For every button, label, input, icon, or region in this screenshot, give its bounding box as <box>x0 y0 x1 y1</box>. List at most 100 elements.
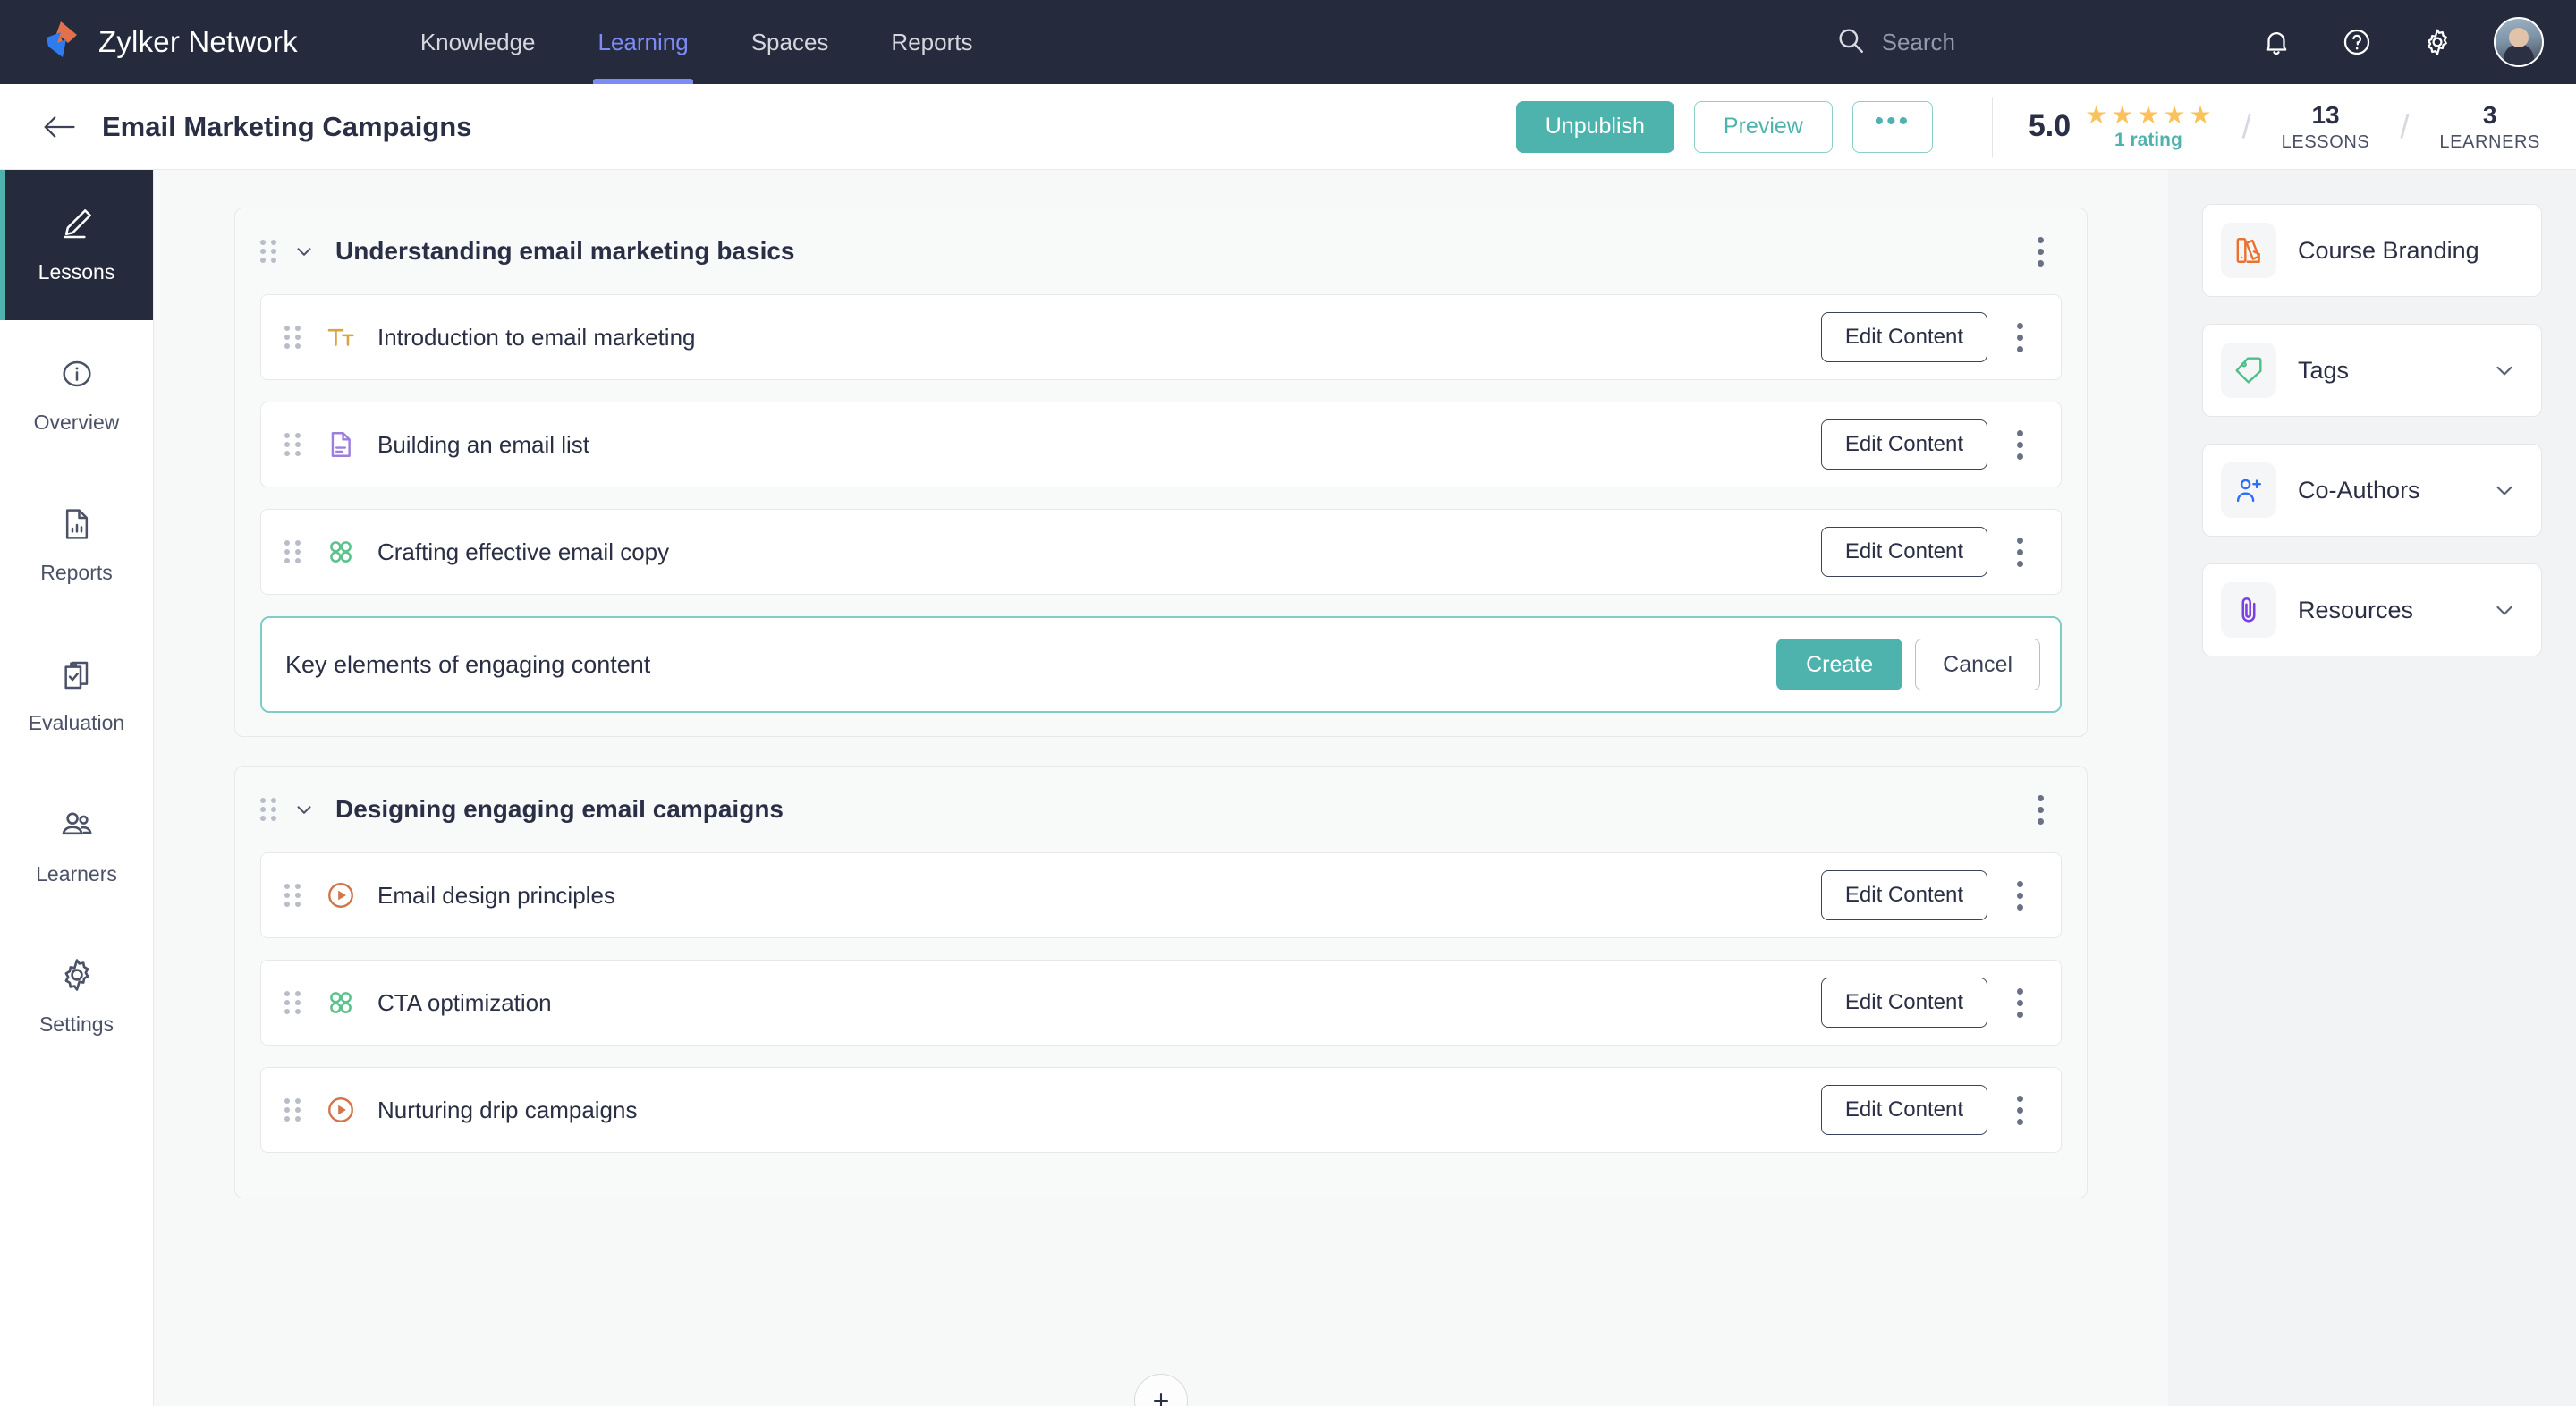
star-icon: ★ <box>2189 100 2212 129</box>
help-icon[interactable] <box>2329 14 2385 70</box>
sidebar-item-lessons[interactable]: Lessons <box>0 170 153 320</box>
panel-card-tags[interactable]: Tags <box>2202 324 2542 417</box>
sidebar-item-lessons-label: Lessons <box>38 260 115 284</box>
sidebar-item-settings-label: Settings <box>38 1012 114 1036</box>
section-card: Designing engaging email campaigns Email… <box>234 766 2088 1198</box>
star-icon: ★ <box>2137 100 2160 129</box>
lesson-row[interactable]: Introduction to email marketing Edit Con… <box>260 294 2062 380</box>
edit-content-button[interactable]: Edit Content <box>1820 419 1987 470</box>
video-icon <box>324 878 358 912</box>
lesson-title: Crafting effective email copy <box>377 538 670 565</box>
search-icon <box>1835 25 1866 60</box>
user-avatar[interactable] <box>2494 17 2544 67</box>
people-icon <box>58 806 96 848</box>
drag-handle-icon[interactable] <box>284 326 301 349</box>
sidebar-item-learners-label: Learners <box>36 862 117 885</box>
section-menu-button[interactable] <box>2021 790 2060 829</box>
search-placeholder: Search <box>1881 28 1955 55</box>
edit-content-button[interactable]: Edit Content <box>1820 1085 1987 1135</box>
document-icon <box>324 428 358 462</box>
drag-handle-icon[interactable] <box>284 433 301 456</box>
text-icon <box>324 320 358 354</box>
lesson-title: Building an email list <box>377 430 590 458</box>
nav-link-knowledge[interactable]: Knowledge <box>389 0 567 84</box>
section-menu-button[interactable] <box>2021 232 2060 271</box>
gear-icon <box>58 956 96 998</box>
info-icon <box>59 356 95 396</box>
lesson-row[interactable]: Email design principles Edit Content <box>260 852 2062 938</box>
lesson-actions: Edit Content <box>1820 1085 2039 1135</box>
sidebar-item-reports[interactable]: Reports <box>0 470 153 621</box>
chevron-down-icon[interactable] <box>2491 597 2518 623</box>
lesson-row[interactable]: Nurturing drip campaigns Edit Content <box>260 1067 2062 1153</box>
section-title: Designing engaging email campaigns <box>335 795 784 823</box>
sidebar-item-settings[interactable]: Settings <box>0 921 153 1071</box>
lesson-menu-button[interactable] <box>2000 983 2039 1022</box>
lesson-actions: Edit Content <box>1820 870 2039 920</box>
quiz-icon <box>324 535 358 569</box>
lesson-menu-button[interactable] <box>2000 532 2039 572</box>
sidebar-item-evaluation[interactable]: Evaluation <box>0 621 153 771</box>
lesson-row[interactable]: Building an email list Edit Content <box>260 402 2062 487</box>
more-options-button[interactable]: ••• <box>1852 100 1933 153</box>
new-lesson-name-input[interactable] <box>285 650 1777 679</box>
sidebar-item-learners[interactable]: Learners <box>0 771 153 921</box>
nav-link-reports[interactable]: Reports <box>860 0 1004 84</box>
lesson-row[interactable]: Crafting effective email copy Edit Conte… <box>260 509 2062 595</box>
edit-content-button[interactable]: Edit Content <box>1820 527 1987 577</box>
drag-handle-icon[interactable] <box>284 540 301 563</box>
panel-card-course-branding[interactable]: Course Branding <box>2202 204 2542 297</box>
add-section-button[interactable] <box>1134 1374 1188 1406</box>
drag-handle-icon[interactable] <box>260 798 276 821</box>
lesson-menu-button[interactable] <box>2000 876 2039 915</box>
edit-content-button[interactable]: Edit Content <box>1820 978 1987 1028</box>
lesson-actions: Edit Content <box>1820 527 2039 577</box>
lesson-menu-button[interactable] <box>2000 1090 2039 1130</box>
search-box[interactable]: Search <box>1835 25 1955 60</box>
lesson-menu-button[interactable] <box>2000 318 2039 357</box>
lesson-title: Introduction to email marketing <box>377 323 696 351</box>
report-doc-icon <box>59 506 95 546</box>
star-icon: ★ <box>2085 100 2108 129</box>
preview-button[interactable]: Preview <box>1693 100 1833 153</box>
drag-handle-icon[interactable] <box>284 884 301 907</box>
lesson-menu-button[interactable] <box>2000 425 2039 464</box>
chevron-down-icon[interactable] <box>292 240 316 263</box>
panel-card-resources[interactable]: Resources <box>2202 563 2542 656</box>
edit-content-button[interactable]: Edit Content <box>1820 312 1987 362</box>
stat-learners-value: 3 <box>2482 100 2497 129</box>
zylker-logo-icon <box>41 20 82 64</box>
lesson-title: CTA optimization <box>377 988 552 1016</box>
drag-handle-icon[interactable] <box>260 240 276 263</box>
brand-name: Zylker Network <box>98 25 298 58</box>
sidebar-item-evaluation-label: Evaluation <box>28 711 125 734</box>
chevron-down-icon[interactable] <box>2491 357 2518 384</box>
panel-card-co-authors[interactable]: Co-Authors <box>2202 444 2542 537</box>
drag-handle-icon[interactable] <box>284 991 301 1014</box>
new-lesson-row: Create Cancel <box>260 616 2062 713</box>
drag-handle-icon[interactable] <box>284 1098 301 1122</box>
edit-content-button[interactable]: Edit Content <box>1820 870 1987 920</box>
nav-link-spaces[interactable]: Spaces <box>720 0 860 84</box>
panel-card-label: Resources <box>2298 596 2414 623</box>
gear-icon[interactable] <box>2410 14 2465 70</box>
lesson-row[interactable]: CTA optimization Edit Content <box>260 960 2062 1046</box>
brand[interactable]: Zylker Network <box>41 20 298 64</box>
course-stats: 5.0 ★ ★ ★ ★ ★ 1 rating / 13 LESSONS / 3 … <box>1991 97 2540 157</box>
create-button[interactable]: Create <box>1776 639 1903 690</box>
paperclip-icon <box>2221 582 2276 638</box>
cancel-button[interactable]: Cancel <box>1915 639 2040 690</box>
nav-link-learning[interactable]: Learning <box>566 0 719 84</box>
primary-nav: Knowledge Learning Spaces Reports <box>389 0 1004 84</box>
back-arrow-icon[interactable] <box>39 107 79 147</box>
stat-lessons-label: LESSONS <box>2281 131 2370 152</box>
unpublish-button[interactable]: Unpublish <box>1515 100 1674 153</box>
stat-separator: / <box>2241 107 2251 145</box>
chevron-down-icon[interactable] <box>2491 477 2518 504</box>
lesson-actions: Edit Content <box>1820 312 2039 362</box>
chevron-down-icon[interactable] <box>292 798 316 821</box>
bell-icon[interactable] <box>2249 14 2304 70</box>
sidebar-item-overview[interactable]: Overview <box>0 320 153 470</box>
stat-separator: / <box>2400 107 2410 145</box>
rating-count[interactable]: 1 rating <box>2114 130 2182 151</box>
